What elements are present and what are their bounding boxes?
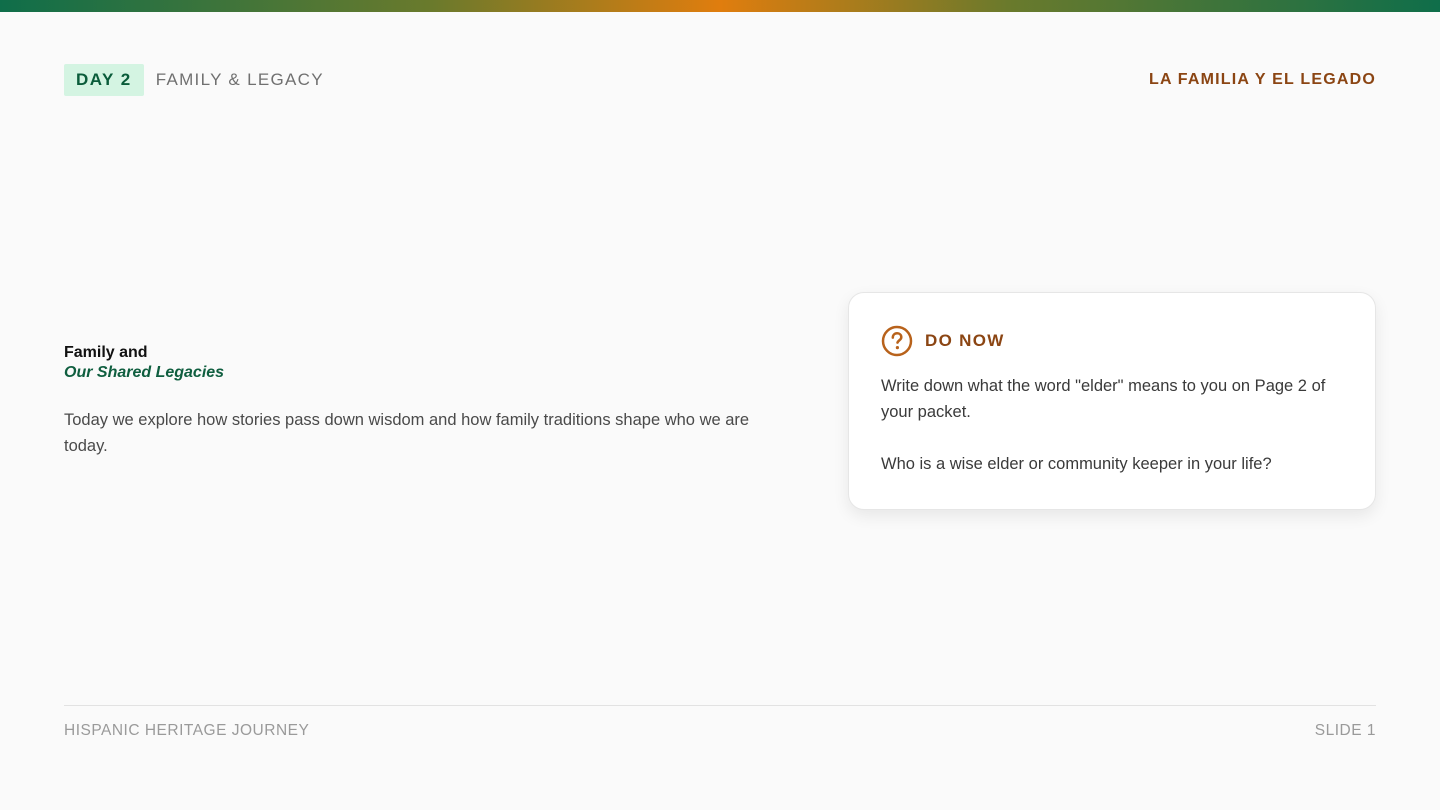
header-subtitle: FAMILY & LEGACY: [155, 70, 324, 89]
do-now-question: Who is a wise elder or community keeper …: [881, 455, 1272, 473]
slide-footer: HISPANIC HERITAGE JOURNEY SLIDE 1: [64, 722, 1376, 740]
footer-divider: [64, 705, 1376, 706]
slide: DAY 2 FAMILY & LEGACY LA FAMILIA Y EL LE…: [0, 0, 1440, 810]
slide-header: DAY 2 FAMILY & LEGACY LA FAMILIA Y EL LE…: [64, 64, 1376, 96]
header-left: DAY 2 FAMILY & LEGACY: [64, 64, 324, 96]
page-title: Family and Our Shared Legacies: [64, 343, 224, 383]
do-now-title: DO NOW: [925, 331, 1005, 350]
title-line-1: Family and: [64, 344, 148, 361]
top-gradient-bar: [0, 0, 1440, 12]
spanish-title: LA FAMILIA Y EL LEGADO: [1148, 71, 1376, 88]
footer-slide-number: SLIDE 1: [1314, 722, 1376, 739]
footer-course-name: HISPANIC HERITAGE JOURNEY: [64, 722, 310, 739]
do-now-prompt: Write down what the word "elder" means t…: [881, 377, 1326, 421]
day-badge: DAY 2: [64, 64, 144, 96]
intro-paragraph: Today we explore how stories pass down w…: [64, 411, 750, 455]
do-now-header: DO NOW: [881, 325, 1343, 357]
title-line-2: Our Shared Legacies: [64, 364, 225, 381]
do-now-card: DO NOW Write down what the word "elder" …: [848, 292, 1376, 510]
question-circle-icon: [881, 325, 913, 357]
